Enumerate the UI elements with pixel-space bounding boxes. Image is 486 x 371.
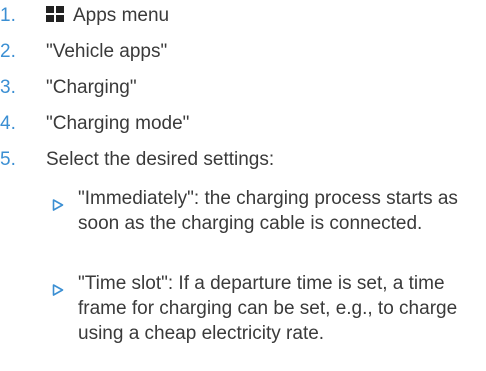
apps-grid-icon	[46, 6, 65, 23]
sub-item-text: "Time slot": If a departure time is set,…	[78, 273, 458, 344]
sub-item-immediately: "Immediately": the charging process star…	[52, 186, 482, 236]
triangle-bullet-icon	[52, 186, 78, 218]
step-text: Apps menu	[73, 5, 170, 26]
step-number: 3.	[0, 77, 16, 98]
step-text: "Charging"	[46, 77, 137, 98]
triangle-bullet-icon	[52, 271, 78, 303]
step-number: 2.	[0, 41, 16, 62]
step-number: 4.	[0, 113, 16, 134]
step-3: 3. "Charging"	[0, 76, 137, 100]
instruction-page: 1. Apps menu 2. "Vehicle apps" 3. "Charg…	[0, 0, 486, 371]
sub-item-time-slot: "Time slot": If a departure time is set,…	[52, 271, 482, 346]
step-text: "Vehicle apps"	[46, 41, 168, 62]
step-2: 2. "Vehicle apps"	[0, 40, 167, 64]
step-text: Select the desired settings:	[46, 149, 275, 170]
step-number: 1.	[0, 5, 16, 26]
step-text: "Charging mode"	[46, 113, 190, 134]
sub-item-text: "Immediately": the charging process star…	[78, 188, 458, 234]
step-5: 5. Select the desired settings:	[0, 148, 274, 172]
step-1: 1. Apps menu	[0, 4, 169, 28]
step-number: 5.	[0, 149, 16, 170]
step-4: 4. "Charging mode"	[0, 112, 189, 136]
